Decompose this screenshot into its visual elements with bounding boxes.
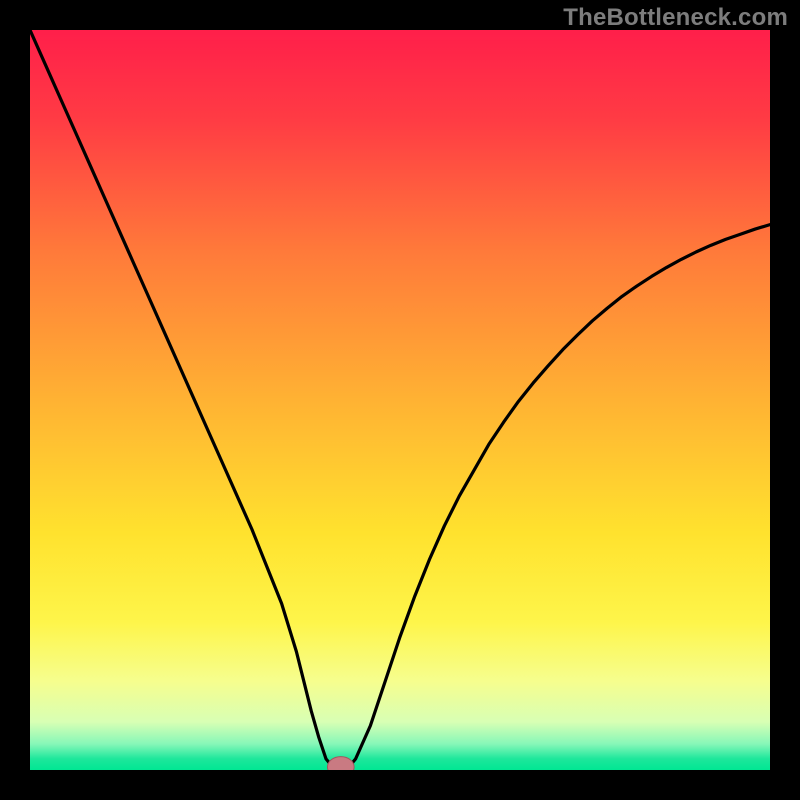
gradient-background bbox=[30, 30, 770, 770]
chart-frame: TheBottleneck.com bbox=[0, 0, 800, 800]
chart-svg bbox=[30, 30, 770, 770]
watermark-text: TheBottleneck.com bbox=[563, 4, 788, 32]
plot-area bbox=[30, 30, 770, 770]
